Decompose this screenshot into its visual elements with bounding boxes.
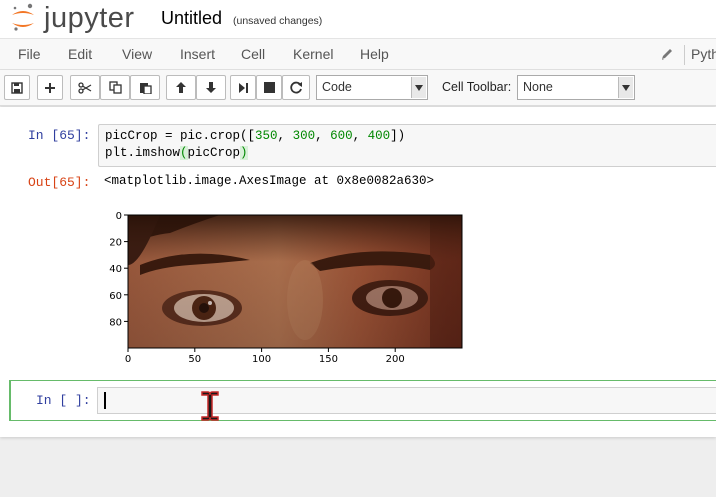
notebook-container: In [65]: picCrop = pic.crop([350, 300, 6… [0, 107, 716, 437]
y-axis: 0 20 40 60 80 [109, 211, 128, 328]
ibeam-cursor-icon [201, 391, 219, 421]
y-tick-label: 80 [109, 317, 122, 328]
code-token: 300 [292, 129, 316, 143]
jupyter-logo[interactable]: jupyter [10, 2, 146, 34]
code-token: plt.imshow [105, 146, 181, 160]
refresh-icon [289, 81, 302, 94]
y-tick-label: 60 [109, 291, 122, 302]
code-token: , [277, 129, 293, 143]
menu-insert[interactable]: Insert [180, 46, 215, 62]
code-token: picCrop [187, 146, 241, 160]
cell-input-prompt: In [65]: [28, 128, 91, 143]
save-button[interactable] [4, 75, 30, 100]
toolbar: Code Cell Toolbar: None [0, 70, 716, 106]
code-token: ]) [390, 129, 406, 143]
move-up-button[interactable] [166, 75, 196, 100]
save-icon [11, 81, 23, 94]
step-forward-icon [239, 82, 248, 93]
cell-type-value: Code [322, 80, 352, 94]
jupyter-logo-icon [12, 3, 34, 31]
cell-toolbar-value: None [523, 80, 553, 94]
menu-separator [684, 45, 685, 65]
y-tick-label: 40 [109, 264, 122, 275]
arrow-down-icon [206, 82, 216, 93]
code-line: plt.imshow(picCrop) [105, 146, 248, 160]
chevron-down-icon [411, 77, 426, 98]
cell-output-text: <matplotlib.image.AxesImage at 0x8e0082a… [104, 174, 435, 188]
insert-cell-button[interactable] [37, 75, 63, 100]
x-tick-label: 150 [319, 354, 338, 365]
logo-text: jupyter [44, 2, 135, 34]
code-token: ) [240, 146, 248, 160]
x-tick-label: 100 [252, 354, 271, 365]
x-tick-label: 50 [188, 354, 201, 365]
stop-icon [263, 82, 275, 93]
header: jupyter Untitled (unsaved changes) [0, 0, 716, 38]
code-token: , [352, 129, 368, 143]
code-line: picCrop = pic.crop([350, 300, 600, 400]) [105, 129, 405, 143]
code-cell-input[interactable] [97, 387, 716, 414]
cell-output-prompt: Out[65]: [28, 175, 91, 190]
paste-icon [139, 83, 152, 94]
code-token: 350 [255, 129, 278, 143]
y-tick-label: 20 [109, 238, 122, 249]
cell-toolbar-select[interactable]: None [517, 75, 635, 100]
menubar: File Edit View Insert Cell Kernel Help P… [0, 38, 716, 70]
y-tick-label: 0 [116, 211, 122, 222]
text-caret [104, 392, 106, 409]
move-down-button[interactable] [196, 75, 226, 100]
notebook-name[interactable]: Untitled [161, 8, 222, 29]
code-token: picCrop = pic.crop([ [105, 129, 256, 143]
x-tick-label: 0 [125, 354, 131, 365]
cell-edit-indicator [9, 380, 11, 421]
kernel-name[interactable]: Python [691, 46, 716, 62]
restart-kernel-button[interactable] [282, 75, 310, 100]
cropped-eyes-photo [128, 215, 462, 348]
plus-icon [45, 82, 55, 93]
cut-button[interactable] [70, 75, 100, 100]
menu-file[interactable]: File [18, 46, 41, 62]
menu-kernel[interactable]: Kernel [293, 46, 333, 62]
save-status: (unsaved changes) [233, 15, 323, 27]
menu-edit[interactable]: Edit [68, 46, 92, 62]
chevron-down-icon [618, 77, 633, 98]
cell-toolbar-label: Cell Toolbar: [442, 80, 512, 94]
x-axis: 0 50 100 150 200 [125, 348, 405, 365]
interrupt-kernel-button[interactable] [256, 75, 282, 100]
code-token: 600 [330, 129, 353, 143]
scissors-icon [78, 81, 92, 94]
arrow-up-icon [176, 82, 186, 93]
x-tick-label: 200 [386, 354, 405, 365]
menu-view[interactable]: View [122, 46, 152, 62]
code-cell-selected[interactable]: In [ ]: [9, 380, 716, 421]
menu-help[interactable]: Help [360, 46, 389, 62]
copy-icon [108, 81, 122, 94]
code-token: , [315, 129, 331, 143]
menu-cell[interactable]: Cell [241, 46, 265, 62]
code-cell-input[interactable]: picCrop = pic.crop([350, 300, 600, 400])… [98, 124, 716, 167]
imshow-plot: 0 20 40 60 80 0 50 100 150 200 [109, 211, 463, 365]
pencil-icon[interactable] [660, 46, 674, 62]
cell-type-select[interactable]: Code [316, 75, 428, 100]
paste-button[interactable] [130, 75, 160, 100]
code-token: ( [180, 146, 188, 160]
cell-input-prompt: In [ ]: [36, 393, 91, 408]
code-token: 400 [367, 129, 391, 143]
copy-button[interactable] [100, 75, 130, 100]
run-cell-button[interactable] [230, 75, 256, 100]
